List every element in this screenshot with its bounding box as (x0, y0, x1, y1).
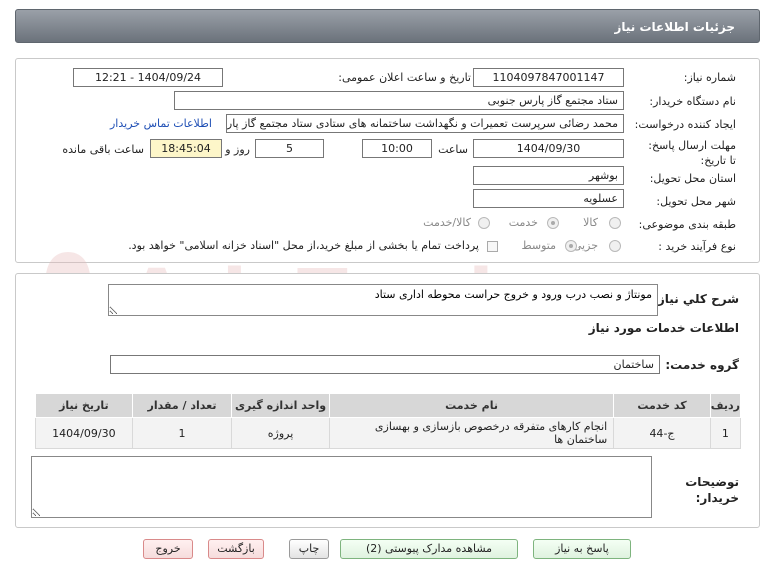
category-goods-service-radio[interactable] (478, 217, 490, 229)
need-number-field[interactable]: 1104097847001147 (473, 68, 624, 87)
service-group-field[interactable]: ساختمان (110, 355, 660, 374)
service-group-label: گروه خدمت: (665, 358, 739, 372)
deadline-time-label: ساعت (438, 143, 468, 156)
cell-unit: پروژه (231, 417, 330, 449)
need-number-label: شماره نیاز: (683, 71, 736, 84)
creator-field[interactable]: محمد رضائی سرپرست تعمیرات و نگهداشت ساخت… (226, 114, 624, 133)
window-titlebar: جزئیات اطلاعات نیاز (15, 9, 760, 43)
col-count-unit: واحد اندازه گیری (231, 393, 330, 418)
buyer-notes-textarea[interactable] (31, 456, 652, 518)
city-label: شهر محل تحویل: (656, 195, 736, 208)
buyer-notes-label: توضیحات خریدار: (685, 475, 739, 505)
view-attachments-button[interactable]: مشاهده مدارک پیوستی (2) (340, 539, 518, 559)
province-field[interactable]: بوشهر (473, 166, 624, 185)
category-goods-service-label: کالا/خدمت (423, 216, 471, 229)
cell-quantity: 1 (131, 417, 233, 449)
col-quantity: تعداد / مقدار (131, 393, 233, 418)
reply-button[interactable]: پاسخ به نیاز (533, 539, 631, 559)
buyer-org-field[interactable]: ستاد مجتمع گاز پارس جنوبی (174, 91, 624, 110)
announce-date-field[interactable]: 1404/09/24 - 12:21 (73, 68, 223, 87)
cell-service-name: انجام کارهای متفرقه درخصوص بازسازی و بهس… (328, 417, 615, 449)
remaining-time-label: ساعت باقی مانده (62, 143, 144, 156)
process-medium-radio[interactable] (565, 240, 577, 252)
cell-need-date: 1404/09/30 (35, 417, 133, 449)
process-minor-radio[interactable] (609, 240, 621, 252)
creator-label: ایجاد کننده درخواست: (634, 118, 736, 131)
services-heading: اطلاعات خدمات مورد نیاز (588, 321, 739, 335)
category-goods-radio[interactable] (609, 217, 621, 229)
col-service-name: نام خدمت (328, 393, 615, 418)
print-button[interactable]: چاپ (289, 539, 329, 559)
treasury-payment-note: پرداخت تمام یا بخشی از مبلغ خرید،از محل … (128, 239, 479, 252)
days-label: روز و (225, 143, 250, 156)
description-label: شرح کلي نياز: (653, 292, 739, 306)
deadline-time-field[interactable]: 10:00 (362, 139, 432, 158)
deadline-label: مهلت ارسال پاسخ: تا تاریخ: (648, 139, 736, 167)
category-service-label: خدمت (508, 216, 538, 229)
services-table: تاریخ نیاز تعداد / مقدار واحد اندازه گیر… (35, 393, 742, 449)
treasury-payment-checkbox[interactable] (487, 241, 498, 252)
col-row-number: ردیف (709, 393, 742, 418)
category-label: طبقه بندی موضوعی: (638, 218, 736, 231)
cell-service-code: ج-44 (613, 417, 711, 449)
announce-date-label: تاریخ و ساعت اعلان عمومی: (338, 71, 471, 84)
category-service-radio[interactable] (547, 217, 559, 229)
days-remaining-field[interactable]: 5 (255, 139, 324, 158)
process-medium-label: متوسط (521, 239, 556, 252)
col-need-date: تاریخ نیاز (35, 393, 133, 418)
province-label: استان محل تحویل: (649, 172, 736, 185)
category-goods-label: کالا (583, 216, 598, 229)
exit-button[interactable]: خروج (143, 539, 193, 559)
col-service-code: کد خدمت (613, 393, 711, 418)
description-textarea[interactable]: مونتاژ و نصب درب ورود و خروج حراست محوطه… (108, 284, 658, 316)
remaining-time-field: 18:45:04 (150, 139, 222, 158)
window-title: جزئیات اطلاعات نیاز (614, 20, 735, 34)
deadline-date-field[interactable]: 1404/09/30 (473, 139, 624, 158)
process-label: نوع فرآیند خرید : (658, 240, 736, 253)
table-row: 1404/09/30 1 پروژه انجام کارهای متفرقه د… (35, 417, 742, 449)
buyer-org-label: نام دستگاه خریدار: (649, 95, 736, 108)
cell-row-number: 1 (709, 417, 742, 449)
city-field[interactable]: عسلویه (473, 189, 624, 208)
back-button[interactable]: بازگشت (208, 539, 264, 559)
buyer-contact-link[interactable]: اطلاعات تماس خریدار (110, 117, 212, 130)
